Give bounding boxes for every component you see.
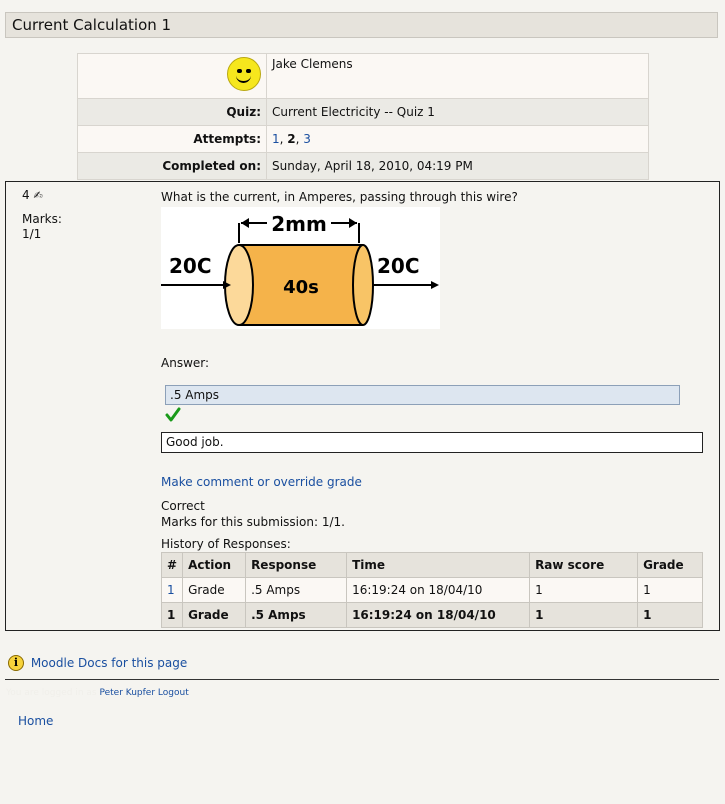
- question-text: What is the current, in Amperes, passing…: [161, 190, 518, 204]
- attempts-label: Attempts:: [77, 125, 267, 153]
- user-profile-link[interactable]: Peter Kupfer: [99, 688, 155, 698]
- row-grade: 1: [637, 577, 703, 603]
- row-response: .5 Amps: [245, 602, 348, 628]
- attempt-info-table: Jake Clemens Quiz: Current Electricity -…: [77, 53, 649, 180]
- completed-value: Sunday, April 18, 2010, 04:19 PM: [266, 152, 649, 180]
- login-info: You are logged in as Peter Kupfer Logout: [6, 688, 189, 698]
- col-raw-score: Raw score: [529, 552, 639, 578]
- answer-field[interactable]: .5 Amps: [165, 385, 680, 405]
- row-num: 1: [160, 602, 184, 628]
- col-response: Response: [245, 552, 348, 578]
- attempt-current: 2: [287, 132, 296, 146]
- page-title: Current Calculation 1: [12, 16, 172, 34]
- question-box: 4 ✍ Marks: 1/1 What is the current, in A…: [5, 181, 720, 631]
- col-grade: Grade: [637, 552, 703, 578]
- row-response: .5 Amps: [245, 577, 348, 603]
- quiz-label: Quiz:: [77, 98, 267, 126]
- footer-divider: [5, 679, 719, 680]
- completed-label: Completed on:: [77, 152, 267, 180]
- col-time: Time: [346, 552, 531, 578]
- row-raw: 1: [529, 577, 639, 603]
- history-table: # Action Response Time Raw score Grade 1…: [160, 552, 703, 628]
- table-row: 1 Grade .5 Amps 16:19:24 on 18/04/10 1 1: [160, 602, 703, 628]
- moodle-docs: i Moodle Docs for this page: [8, 655, 187, 671]
- table-row: 1 Grade .5 Amps 16:19:24 on 18/04/10 1 1: [160, 577, 703, 603]
- question-number: 4: [22, 188, 30, 202]
- info-icon: i: [8, 655, 24, 671]
- logout-link[interactable]: Logout: [158, 688, 189, 698]
- marks-value: 1/1: [22, 227, 42, 241]
- wire-width-label: 2mm: [271, 212, 327, 236]
- question-content: What is the current, in Amperes, passing…: [160, 190, 703, 628]
- attempt-link-1[interactable]: 1: [272, 132, 280, 146]
- marks-area: Marks: 1/1: [22, 212, 62, 242]
- correct-status: Correct: [161, 499, 205, 513]
- left-charge-label: 20C: [169, 254, 212, 278]
- moodle-docs-link[interactable]: Moodle Docs for this page: [31, 656, 187, 670]
- row-grade: 1: [637, 602, 703, 628]
- correct-check-icon: [165, 407, 181, 426]
- history-row-link[interactable]: 1: [167, 583, 175, 597]
- right-charge-label: 20C: [377, 254, 420, 278]
- row-time: 16:19:24 on 18/04/10: [346, 602, 531, 628]
- row-action: Grade: [182, 602, 247, 628]
- marks-label: Marks:: [22, 212, 62, 226]
- feedback-box: Good job.: [161, 432, 703, 453]
- marks-submission: Marks for this submission: 1/1.: [161, 515, 345, 529]
- row-action: Grade: [182, 577, 247, 603]
- col-num: #: [160, 552, 184, 578]
- answer-label: Answer:: [161, 356, 210, 370]
- user-avatar[interactable]: [227, 57, 261, 91]
- time-label: 40s: [283, 277, 319, 298]
- user-name: Jake Clemens: [272, 57, 353, 71]
- edit-question-icon[interactable]: ✍: [33, 189, 42, 202]
- page-title-bar: Current Calculation 1: [5, 12, 718, 38]
- question-number-area: 4 ✍: [22, 188, 43, 202]
- wire-diagram-image: 2mm 20C 40s 20C: [161, 207, 440, 329]
- override-grade-link[interactable]: Make comment or override grade: [161, 475, 362, 489]
- grading-result: Correct Marks for this submission: 1/1.: [161, 498, 345, 530]
- home-link[interactable]: Home: [18, 714, 53, 728]
- quiz-name: Current Electricity -- Quiz 1: [266, 98, 649, 126]
- row-raw: 1: [529, 602, 639, 628]
- logged-in-text: You are logged in as: [6, 688, 97, 698]
- history-title: History of Responses:: [161, 537, 291, 551]
- col-action: Action: [182, 552, 247, 578]
- row-time: 16:19:24 on 18/04/10: [346, 577, 531, 603]
- attempt-link-3[interactable]: 3: [303, 132, 311, 146]
- history-header-row: # Action Response Time Raw score Grade: [160, 552, 703, 578]
